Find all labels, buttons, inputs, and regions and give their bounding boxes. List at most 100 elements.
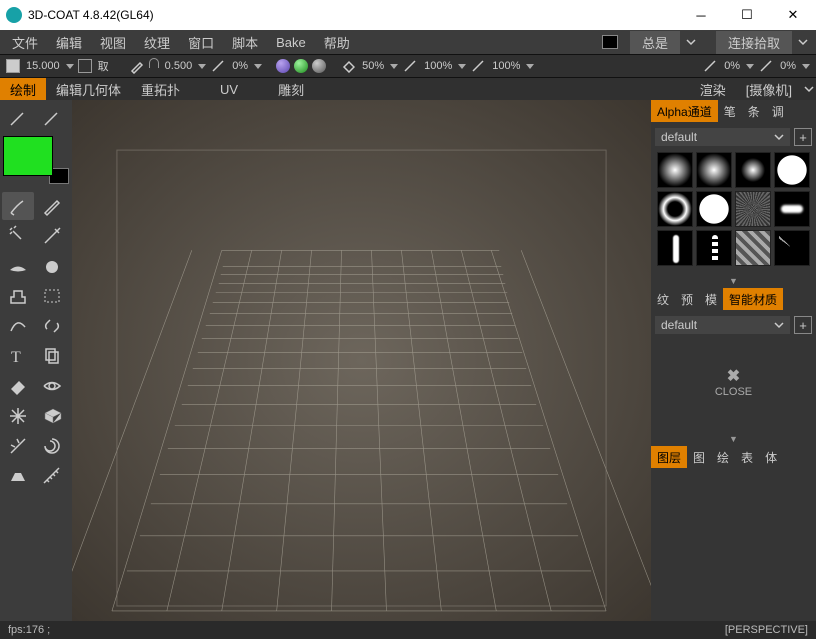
menu-edit[interactable]: 编辑 xyxy=(48,31,90,54)
alpha-noise[interactable] xyxy=(735,191,771,227)
mode-sculpt[interactable]: 雕刻 xyxy=(268,78,314,100)
tool-freeze[interactable] xyxy=(2,402,34,430)
tool-spark[interactable] xyxy=(2,432,34,460)
tab-brush[interactable]: 笔 xyxy=(718,100,742,122)
panel-collapse-icon[interactable]: ▼ xyxy=(651,274,816,288)
tool-iron[interactable] xyxy=(2,462,34,490)
tool-sphere[interactable] xyxy=(36,252,68,280)
dropdown-icon[interactable] xyxy=(798,37,808,47)
intensity1-value[interactable]: 100% xyxy=(422,60,454,72)
size-toggle[interactable] xyxy=(6,59,20,73)
dropdown-icon[interactable] xyxy=(390,64,398,69)
tool-text[interactable]: T xyxy=(2,342,34,370)
material-preset-dropdown[interactable]: default xyxy=(655,316,790,334)
mode-retopo[interactable]: 重拓扑 xyxy=(131,78,190,100)
alpha-ring[interactable] xyxy=(657,191,693,227)
sphere-violet-icon[interactable] xyxy=(276,59,290,73)
alpha-crack[interactable] xyxy=(774,230,810,266)
alpha-chain[interactable] xyxy=(696,230,732,266)
tab-body[interactable]: 体 xyxy=(759,446,783,468)
tool-copy[interactable] xyxy=(36,342,68,370)
tool-block[interactable] xyxy=(36,402,68,430)
tool-stamp[interactable] xyxy=(2,282,34,310)
viewport-3d[interactable] xyxy=(72,100,651,621)
alpha-soft-round-2[interactable] xyxy=(696,152,732,188)
tool-twirl[interactable] xyxy=(36,432,68,460)
link-pick-button[interactable]: 连接拾取 xyxy=(716,31,792,54)
tab-image[interactable]: 图 xyxy=(687,446,711,468)
menu-help[interactable]: 帮助 xyxy=(316,31,358,54)
add-alpha-button[interactable]: + xyxy=(794,128,812,146)
tool-eye[interactable] xyxy=(36,372,68,400)
alpha-hard-round[interactable] xyxy=(735,152,771,188)
menu-texture[interactable]: 纹理 xyxy=(136,31,178,54)
tab-smart-material[interactable]: 智能材质 xyxy=(723,288,783,310)
dropdown-icon[interactable] xyxy=(458,64,466,69)
dropdown-icon[interactable] xyxy=(746,64,754,69)
tool-pencil[interactable] xyxy=(36,192,68,220)
pick-label[interactable]: 取 xyxy=(96,58,111,74)
mode-edit-geometry[interactable]: 编辑几何体 xyxy=(46,78,131,100)
fill-value[interactable]: 50% xyxy=(360,60,386,72)
close-panel-button[interactable]: ✖ CLOSE xyxy=(655,336,812,428)
pick-toggle[interactable] xyxy=(78,59,92,73)
dropdown-icon[interactable] xyxy=(254,64,262,69)
dropdown-icon[interactable] xyxy=(198,64,206,69)
lock-icon[interactable] xyxy=(149,58,159,68)
tab-adjust[interactable]: 调 xyxy=(766,100,790,122)
alpha-solid[interactable] xyxy=(774,152,810,188)
mode-paint[interactable]: 绘制 xyxy=(0,78,46,100)
tab-preview[interactable]: 预 xyxy=(675,288,699,310)
panel-collapse-icon[interactable]: ▼ xyxy=(651,432,816,446)
tool-link[interactable] xyxy=(36,312,68,340)
tool-measure[interactable] xyxy=(36,462,68,490)
tool-pen-a[interactable] xyxy=(2,104,34,132)
alpha-preset-dropdown[interactable]: default xyxy=(655,128,790,146)
tab-line[interactable]: 条 xyxy=(742,100,766,122)
tab-draw[interactable]: 绘 xyxy=(711,446,735,468)
maximize-button[interactable]: ☐ xyxy=(724,0,770,30)
menu-script[interactable]: 脚本 xyxy=(224,31,266,54)
tool-select-rect[interactable] xyxy=(36,282,68,310)
dropdown-icon[interactable] xyxy=(686,37,696,47)
sphere-green-icon[interactable] xyxy=(294,59,308,73)
extra2-value[interactable]: 0% xyxy=(778,60,798,72)
dropdown-icon[interactable] xyxy=(526,64,534,69)
tool-wand[interactable] xyxy=(36,222,68,250)
tab-layer[interactable]: 图层 xyxy=(651,446,687,468)
tool-spray[interactable] xyxy=(2,222,34,250)
extra1-value[interactable]: 0% xyxy=(722,60,742,72)
menu-file[interactable]: 文件 xyxy=(4,31,46,54)
dropdown-icon[interactable] xyxy=(66,64,74,69)
minimize-button[interactable]: ─ xyxy=(678,0,724,30)
tool-brush[interactable] xyxy=(2,192,34,220)
tab-mold[interactable]: 模 xyxy=(699,288,723,310)
color-swatch[interactable] xyxy=(602,35,618,49)
alpha-soft-round[interactable] xyxy=(657,152,693,188)
alpha-blocks[interactable] xyxy=(735,230,771,266)
alpha-bar[interactable] xyxy=(657,230,693,266)
sphere-gray-icon[interactable] xyxy=(312,59,326,73)
menu-view[interactable]: 视图 xyxy=(92,31,134,54)
intensity2-value[interactable]: 100% xyxy=(490,60,522,72)
color-picker[interactable] xyxy=(3,136,69,184)
dropdown-icon[interactable] xyxy=(802,64,810,69)
mode-uv[interactable]: UV xyxy=(190,78,268,100)
step-value[interactable]: 0.500 xyxy=(163,60,195,72)
menu-window[interactable]: 窗口 xyxy=(180,31,222,54)
tab-alpha[interactable]: Alpha通道 xyxy=(651,100,718,122)
alpha-pill[interactable] xyxy=(774,191,810,227)
tool-pen-b[interactable] xyxy=(36,104,68,132)
menu-bake[interactable]: Bake xyxy=(268,33,314,52)
camera-dropdown[interactable]: [摄像机] xyxy=(736,78,802,100)
opacity-value[interactable]: 0% xyxy=(230,60,250,72)
mode-render[interactable]: 渲染 xyxy=(690,78,736,100)
tab-table[interactable]: 表 xyxy=(735,446,759,468)
dropdown-icon[interactable] xyxy=(802,78,816,100)
always-button[interactable]: 总是 xyxy=(630,31,680,54)
tool-curve[interactable] xyxy=(2,312,34,340)
alpha-solid-2[interactable] xyxy=(696,191,732,227)
tool-eraser[interactable] xyxy=(2,372,34,400)
add-material-button[interactable]: + xyxy=(794,316,812,334)
tab-texture[interactable]: 纹 xyxy=(651,288,675,310)
